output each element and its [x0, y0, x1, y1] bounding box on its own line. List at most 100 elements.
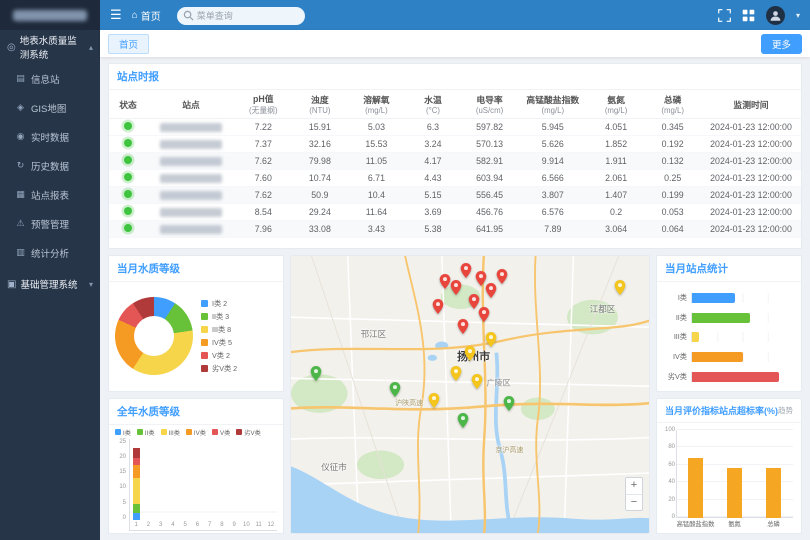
tab-home[interactable]: 首页: [108, 34, 149, 54]
table-row: 7.6250.910.45.15556.453.8071.4070.199202…: [109, 187, 801, 204]
sidebar-item-history-data[interactable]: ↻历史数据: [0, 151, 100, 180]
map-pin-red[interactable]: [486, 283, 497, 298]
value-cell: 0.2: [588, 204, 645, 221]
map-pin-green[interactable]: [311, 366, 322, 381]
legend-item: 劣V类 2: [201, 364, 237, 374]
map-pin-red[interactable]: [450, 280, 461, 295]
bar: [688, 458, 703, 518]
grid-icon[interactable]: [742, 9, 755, 22]
sidebar-section-base-system[interactable]: ▣ 基础管理系统 ▾: [0, 267, 100, 301]
stat-row: II类: [661, 310, 793, 326]
value-cell: 0.345: [644, 119, 701, 136]
value-cell: 7.60: [235, 170, 292, 187]
zoom-in-button[interactable]: +: [626, 478, 642, 494]
sidebar-item-info-station[interactable]: ▤信息站: [0, 64, 100, 93]
value-cell: 6.3: [405, 119, 462, 136]
screenfull-icon[interactable]: [718, 9, 731, 22]
exceed-rate-title: 当月评价指标站点超标率(%): [665, 404, 778, 417]
sidebar-item-gis-map[interactable]: ◈GIS地图: [0, 93, 100, 122]
sidebar-section-water-monitor-system[interactable]: ◎ 地表水质量监测系统 ▴: [0, 30, 100, 64]
map-pin-red[interactable]: [475, 271, 486, 286]
sidebar-item-station-report[interactable]: ▦站点报表: [0, 180, 100, 209]
map-pin-yellow[interactable]: [450, 366, 461, 381]
axis-tick: 10: [115, 484, 126, 490]
sidebar-item-alert-management[interactable]: ⚠预警管理: [0, 209, 100, 238]
month-stack: [182, 439, 189, 521]
value-cell: 0.064: [644, 221, 701, 238]
map-pin-red[interactable]: [457, 319, 468, 334]
hamburger-menu-icon[interactable]: ☰: [110, 7, 122, 23]
map-pin-green[interactable]: [504, 396, 515, 411]
axis-tick: 25: [115, 439, 126, 445]
monthly-grade-chart-area: I类 2II类 3III类 8IV类 5V类 2劣V类 2: [109, 282, 283, 391]
map-pin-green[interactable]: [457, 413, 468, 428]
sidebar-item-label: 实时数据: [31, 130, 69, 144]
legend-item: V类 2: [201, 351, 237, 361]
status-cell: [109, 119, 147, 136]
sidebar-item-realtime-data[interactable]: ◉实时数据: [0, 122, 100, 151]
value-cell: 6.576: [518, 204, 588, 221]
value-cell: 2024-01-23 12:00:00: [701, 170, 801, 187]
legend-swatch: [201, 365, 208, 372]
dashboard-content: 站点时报 状态站点pH值(无量纲)浊度(NTU)溶解氧(mg/L)水温(°C)电…: [100, 57, 810, 540]
table-row: 7.3732.1615.533.24570.135.6261.8520.1922…: [109, 136, 801, 153]
value-cell: 3.24: [405, 136, 462, 153]
bar-label: 高锰酸盐指数: [676, 519, 715, 531]
status-dot-normal: [124, 156, 132, 164]
value-cell: 10.4: [348, 187, 405, 204]
status-dot-normal: [124, 207, 132, 215]
column-header-codmn: 高锰酸盐指数(mg/L): [518, 90, 588, 119]
month-stack: [145, 439, 152, 521]
station-stats-panel: 当月站点统计 I类II类III类IV类劣V类: [656, 255, 802, 392]
value-cell: 10.74: [292, 170, 349, 187]
panel-title-station-stats: 当月站点统计: [657, 256, 801, 282]
value-cell: 2.061: [588, 170, 645, 187]
legend-swatch: [161, 429, 167, 435]
stats-analysis-icon: ▥: [15, 247, 26, 258]
avatar[interactable]: [766, 6, 785, 25]
sidebar-item-stats-analysis[interactable]: ▥统计分析: [0, 238, 100, 267]
zoom-out-button[interactable]: −: [626, 494, 642, 510]
stat-category: III类: [661, 332, 687, 342]
station-map[interactable]: + − 扬州市邗江区江都区广陵区仪征市沪陕高速京沪高速: [290, 255, 650, 534]
trend-link[interactable]: 趋势: [778, 405, 793, 416]
month-stack: [218, 439, 225, 521]
map-pin-red[interactable]: [432, 299, 443, 314]
map-pin-red[interactable]: [461, 263, 472, 278]
axis-tick: 20: [115, 454, 126, 460]
bar-slot: [754, 430, 793, 519]
legend-swatch: [201, 326, 208, 333]
map-pin-green[interactable]: [389, 382, 400, 397]
map-pin-red[interactable]: [468, 294, 479, 309]
axis-tick: 11: [256, 520, 262, 530]
axis-tick: 5: [115, 500, 126, 506]
map-pin-red[interactable]: [497, 269, 508, 284]
chevron-down-icon[interactable]: ▾: [796, 11, 800, 20]
legend-label: II类 3: [212, 312, 229, 322]
month-column: 7: [204, 439, 216, 531]
search-input[interactable]: [177, 7, 305, 25]
map-pin-red[interactable]: [439, 274, 450, 289]
map-pin-red[interactable]: [479, 307, 490, 322]
status-cell: [109, 187, 147, 204]
map-pin-yellow[interactable]: [465, 346, 476, 361]
annual-grade-panel: 全年水质等级 I类II类III类IV类V类劣V类 2520151050 1234…: [108, 398, 284, 535]
value-cell: 1.407: [588, 187, 645, 204]
breadcrumb[interactable]: ⌂ 首页: [132, 8, 161, 23]
axis-tick: 0: [663, 514, 675, 520]
map-pin-yellow[interactable]: [429, 393, 440, 408]
table-row: 7.9633.083.435.38641.957.893.0640.064202…: [109, 221, 801, 238]
legend-item: V类: [212, 428, 230, 437]
more-button[interactable]: 更多: [761, 34, 802, 54]
station-name-redacted: [160, 157, 222, 166]
value-cell: 1.852: [588, 136, 645, 153]
map-pin-yellow[interactable]: [486, 332, 497, 347]
map-pin-yellow[interactable]: [615, 280, 626, 295]
map-pin-yellow[interactable]: [472, 374, 483, 389]
value-cell: 556.45: [461, 187, 518, 204]
legend-item: 劣V类: [236, 428, 261, 437]
panel-title-exceed-rate: 当月评价指标站点超标率(%) 趋势: [657, 399, 801, 423]
status-cell: [109, 221, 147, 238]
axis-tick: 40: [663, 479, 675, 485]
donut-chart: [115, 297, 193, 375]
